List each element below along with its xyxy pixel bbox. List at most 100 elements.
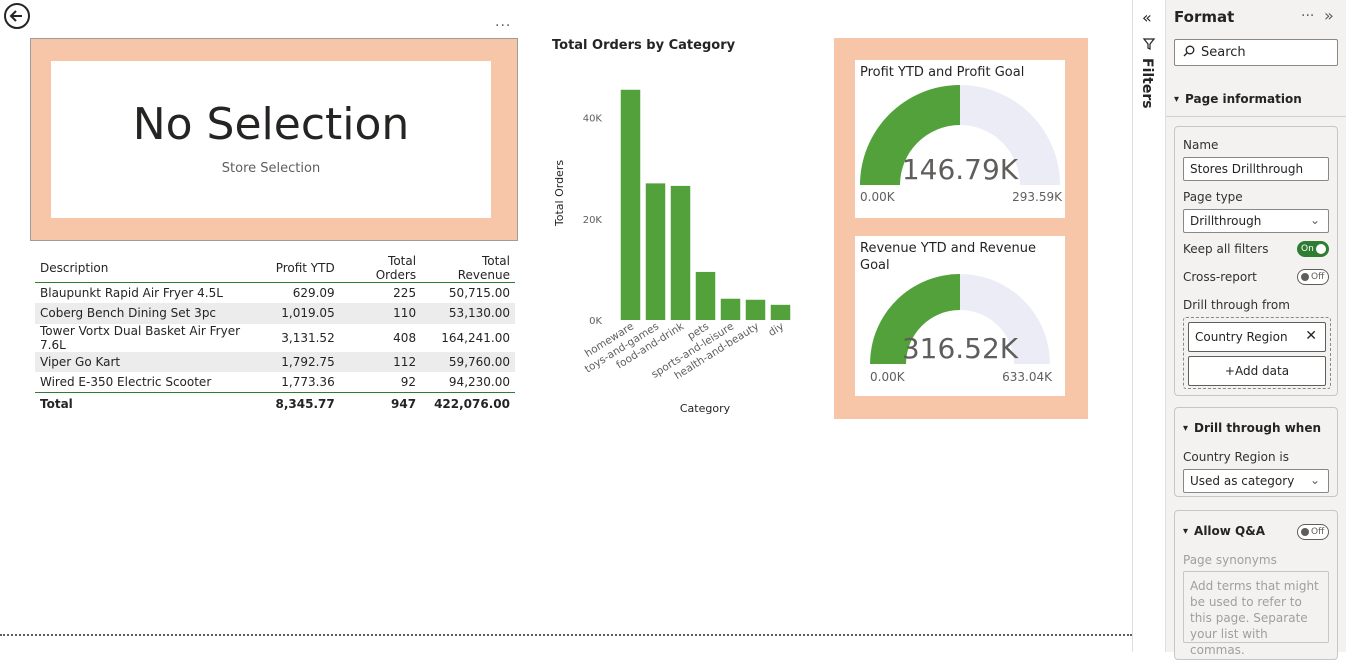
gauge-min-label: 0.00K — [860, 190, 896, 204]
table-row[interactable]: Viper Go Kart 1,792.75 112 59,760.00 — [35, 351, 515, 372]
revenue-gauge-card[interactable]: Revenue YTD and Revenue Goal 316.52K 0.00… — [855, 236, 1065, 396]
section-label: Page information — [1185, 92, 1302, 106]
search-placeholder: Search — [1201, 45, 1246, 60]
bar-chart-svg: 0K20K40Khomewaretoys-and-gamesfood-and-d… — [553, 89, 791, 415]
table-cell: 53,130.00 — [421, 303, 515, 324]
store-selection-card[interactable]: No Selection Store Selection — [30, 38, 518, 241]
gauge-value: 316.52K — [902, 332, 1019, 365]
funnel-icon — [1142, 38, 1156, 53]
filters-pane-collapsed[interactable]: « Filters — [1132, 0, 1166, 652]
y-tick-label: 40K — [583, 114, 603, 125]
column-header[interactable]: Description — [35, 254, 271, 283]
close-icon[interactable]: ✕ — [1305, 328, 1317, 344]
page-synonyms-textarea[interactable]: Add terms that might be used to refer to… — [1183, 571, 1329, 657]
drill-field-chip[interactable]: Country Region ✕ — [1188, 322, 1326, 352]
column-header[interactable]: Profit YTD — [270, 254, 340, 283]
chevron-down-icon: ▾ — [1183, 525, 1189, 537]
section-label: Drill through when — [1194, 421, 1322, 435]
double-chevron-left-icon[interactable]: « — [1142, 8, 1152, 27]
total-cell: 422,076.00 — [421, 392, 515, 415]
card-label: Store Selection — [221, 161, 321, 176]
table-cell: 164,241.00 — [441, 330, 510, 345]
products-table[interactable]: Description Profit YTD Total Orders Tota… — [35, 254, 515, 415]
allow-qa-toggle[interactable]: Off — [1297, 524, 1329, 540]
dropdown-value: Used as category — [1190, 474, 1295, 488]
bar — [695, 271, 716, 320]
gauge-max-label: 293.59K — [1012, 190, 1063, 204]
drill-from-label: Drill through from — [1183, 298, 1290, 312]
total-cell: 8,345.77 — [270, 392, 340, 415]
total-cell: 947 — [339, 392, 422, 415]
drill-through-well[interactable]: Country Region ✕ +Add data — [1183, 317, 1331, 389]
x-axis-label: Category — [680, 402, 731, 415]
table-cell: 112 — [339, 351, 422, 372]
bar — [770, 304, 791, 320]
keep-filters-toggle[interactable]: On — [1297, 241, 1329, 257]
page-information-header[interactable]: ▾ Page information — [1174, 92, 1302, 106]
table-cell: 94,230.00 — [448, 375, 510, 389]
more-options-icon[interactable]: ··· — [1301, 8, 1314, 24]
profit-gauge: 146.79K 0.00K 293.59K — [860, 85, 1063, 204]
column-header[interactable]: Total Revenue — [421, 254, 515, 283]
y-axis-label: Total Orders — [553, 160, 566, 227]
x-tick-label: diy — [766, 320, 786, 339]
gauge-max-label: 633.04K — [1002, 370, 1053, 384]
allow-qa-box: ▾ Allow Q&A Off Page synonyms Add terms … — [1174, 510, 1338, 660]
table-cell: 110 — [339, 303, 422, 324]
table-row[interactable]: Coberg Bench Dining Set 3pc 1,019.05 110… — [35, 303, 515, 324]
table-cell: 59,760.00 — [421, 351, 515, 372]
gauge-value: 146.79K — [902, 153, 1019, 186]
page-type-dropdown[interactable]: Drillthrough ⌄ — [1183, 209, 1329, 233]
gauge-min-label: 0.00K — [870, 370, 906, 384]
filters-label[interactable]: Filters — [1139, 58, 1155, 109]
report-canvas: ... No Selection Store Selection Descrip… — [0, 0, 1132, 652]
card-value: No Selection — [132, 99, 410, 150]
add-data-button[interactable]: +Add data — [1188, 356, 1326, 386]
table-cell: 50,715.00 — [448, 286, 510, 300]
cross-report-toggle[interactable]: Off — [1297, 269, 1329, 285]
search-input[interactable]: Search — [1174, 39, 1338, 66]
table-cell: Viper Go Kart — [35, 351, 271, 372]
back-arrow-button[interactable] — [4, 3, 30, 29]
table-row[interactable]: Wired E-350 Electric Scooter 1,773.36 92… — [35, 372, 515, 393]
bar — [620, 89, 641, 320]
search-icon — [1183, 45, 1195, 61]
y-tick-label: 0K — [589, 316, 602, 327]
table-cell: Blaupunkt Rapid Air Fryer 4.5L — [40, 286, 223, 300]
double-chevron-right-icon[interactable]: » — [1324, 6, 1334, 25]
profit-gauge-card[interactable]: Profit YTD and Profit Goal 146.79K 0.00K 2… — [855, 60, 1065, 218]
table-cell: Coberg Bench Dining Set 3pc — [35, 303, 271, 324]
revenue-gauge: 316.52K 0.00K 633.04K — [870, 274, 1053, 384]
page-information-box: Name Stores Drillthrough Page type Drill… — [1174, 126, 1338, 396]
card-inner: No Selection Store Selection — [51, 61, 491, 218]
keep-filters-label: Keep all filters — [1183, 242, 1269, 256]
table-cell: 92 — [400, 375, 417, 389]
drill-when-dropdown[interactable]: Used as category ⌄ — [1183, 469, 1329, 493]
total-cell: Total — [35, 392, 271, 415]
orders-by-category-chart[interactable]: Total Orders by Category 0K 20K 40K homewar… — [540, 32, 810, 422]
table-row[interactable]: Blaupunkt Rapid Air Fryer 4.5L 629.09 22… — [35, 283, 515, 304]
table-total-row: Total 8,345.77 947 422,076.00 — [35, 392, 515, 415]
pane-title: Format — [1174, 8, 1235, 26]
dropdown-value: Drillthrough — [1190, 214, 1262, 228]
table-row[interactable]: Tower Vortx Dual Basket Air Fryer 7.6L 3… — [35, 324, 515, 352]
chip-label: Country Region — [1195, 330, 1288, 344]
table-cell: 1,019.05 — [270, 303, 340, 324]
allow-qa-header[interactable]: ▾ Allow Q&A — [1183, 524, 1265, 538]
table-cell: 1,773.36 — [281, 375, 335, 389]
page-name-field[interactable]: Stores Drillthrough — [1183, 157, 1329, 181]
gauges-panel: Profit YTD and Profit Goal 146.79K 0.00K 2… — [834, 38, 1088, 419]
column-header[interactable]: Total Orders — [339, 254, 422, 283]
arrow-left-icon — [9, 10, 22, 22]
y-tick-label: 20K — [583, 215, 603, 226]
cross-report-label: Cross-report — [1183, 270, 1257, 284]
country-region-is-label: Country Region is — [1183, 450, 1289, 464]
more-options-icon[interactable]: ... — [495, 14, 511, 30]
table-header-row: Description Profit YTD Total Orders Tota… — [35, 254, 515, 283]
table-cell: Tower Vortx Dual Basket Air Fryer 7.6L — [40, 323, 241, 352]
drill-through-when-header[interactable]: ▾ Drill through when — [1183, 421, 1321, 435]
table-cell: 1,792.75 — [270, 351, 340, 372]
table-cell: 408 — [393, 330, 417, 345]
chevron-down-icon: ▾ — [1174, 93, 1180, 105]
page-boundary — [0, 634, 1132, 636]
